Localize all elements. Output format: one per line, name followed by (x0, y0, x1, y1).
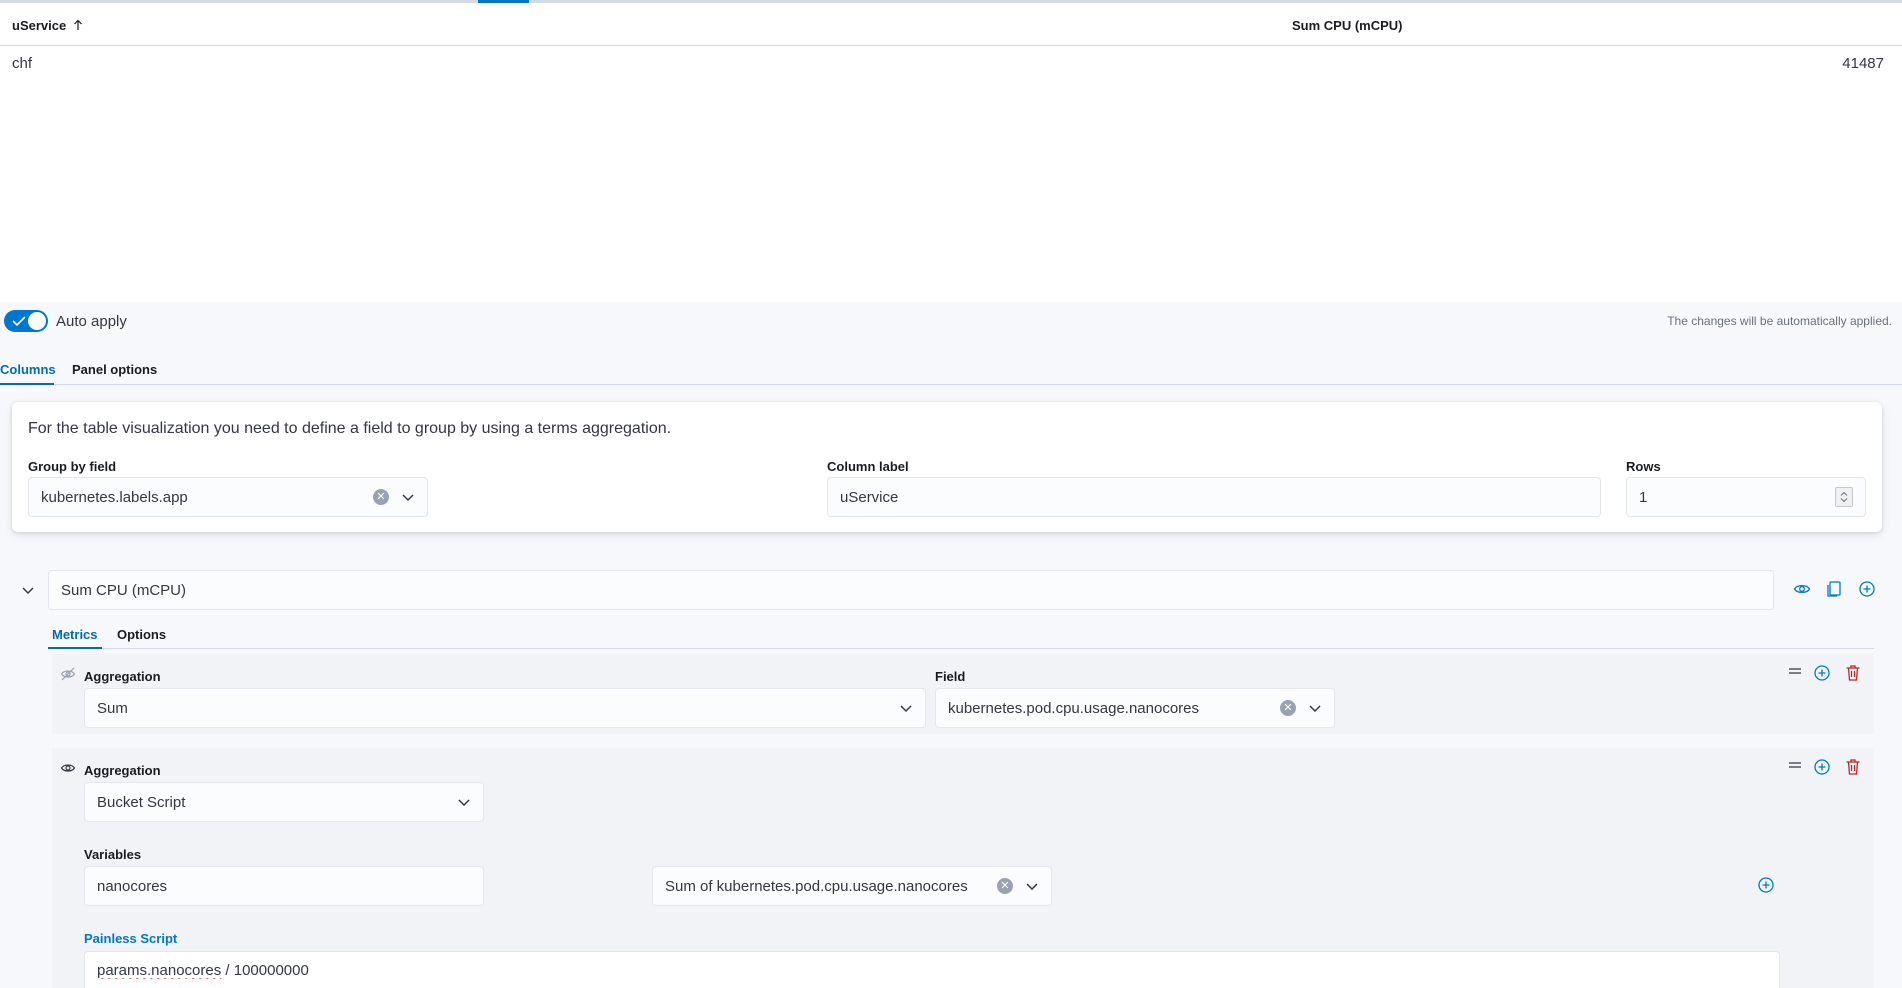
metric-active-tab-indicator (48, 647, 102, 649)
variable-metric-select[interactable]: Sum of kubernetes.pod.cpu.usage.nanocore… (652, 866, 1052, 906)
clear-icon[interactable]: ✕ (373, 489, 389, 505)
eye-icon[interactable] (1793, 580, 1811, 598)
rows-stepper[interactable] (1835, 487, 1853, 507)
painless-script-value: params.nanocores / 100000000 (97, 962, 1767, 979)
eye-icon[interactable] (60, 760, 76, 776)
table-header-divider (0, 45, 1902, 46)
script-expression: / 100000000 (221, 961, 309, 979)
group-by-field-label: Group by field (28, 459, 117, 474)
aggregation-select[interactable]: Bucket Script (84, 782, 484, 822)
auto-apply-status: The changes will be automatically applie… (1667, 314, 1892, 328)
add-metric-icon[interactable] (1813, 758, 1831, 776)
aggregation-value: Bucket Script (97, 793, 186, 811)
top-border (0, 0, 1902, 3)
column-header-sum-cpu[interactable]: Sum CPU (mCPU) (1292, 18, 1403, 33)
column-header-uservice[interactable]: uService (12, 18, 84, 33)
tab-options[interactable]: Options (117, 627, 166, 642)
sort-ascending-icon (72, 19, 84, 31)
aggregation-label: Aggregation (84, 763, 161, 778)
column-label-label: Column label (827, 459, 909, 474)
column-header-label: Sum CPU (mCPU) (1292, 18, 1403, 33)
add-metric-icon[interactable] (1813, 664, 1831, 682)
rows-value: 1 (1639, 488, 1648, 506)
chevron-down-icon[interactable] (1308, 701, 1322, 715)
column-name-input[interactable]: Sum CPU (mCPU) (48, 570, 1774, 610)
aggregation-value: Sum (97, 699, 128, 717)
collapse-chevron-icon[interactable] (20, 582, 36, 598)
clear-icon[interactable]: ✕ (997, 878, 1013, 894)
variables-label: Variables (84, 847, 142, 862)
field-label: Field (935, 669, 966, 684)
tab-panel-options[interactable]: Panel options (72, 362, 157, 377)
field-select[interactable]: kubernetes.pod.cpu.usage.nanocores ✕ (935, 688, 1335, 728)
column-name-value: Sum CPU (mCPU) (61, 581, 187, 599)
column-label-input[interactable]: uService (827, 477, 1601, 517)
variable-metric-value: Sum of kubernetes.pod.cpu.usage.nanocore… (665, 877, 968, 895)
tab-columns[interactable]: Columns (0, 362, 56, 377)
metric-tabs-divider (48, 648, 1874, 649)
copy-icon[interactable] (1826, 580, 1844, 598)
rows-number-input[interactable]: 1 (1626, 477, 1866, 517)
group-by-field-value: kubernetes.labels.app (41, 488, 188, 506)
table-cell-sum-cpu: 41487 (1842, 55, 1884, 72)
eye-closed-icon[interactable] (60, 666, 76, 682)
rows-label: Rows (1626, 459, 1661, 474)
table-cell-uservice: chf (12, 55, 33, 72)
chevron-down-icon[interactable] (401, 490, 415, 504)
delete-metric-icon[interactable] (1845, 664, 1861, 682)
variable-name-value: nanocores (97, 877, 168, 895)
painless-script-label: Painless Script (84, 931, 178, 946)
auto-apply-label: Auto apply (56, 313, 127, 330)
column-label-value: uService (840, 488, 899, 506)
chevron-down-icon[interactable] (457, 795, 471, 809)
auto-apply-toggle[interactable] (4, 310, 48, 332)
painless-script-editor[interactable]: params.nanocores / 100000000 (84, 951, 1780, 988)
aggregation-select[interactable]: Sum (84, 688, 926, 728)
drag-handle-icon[interactable] (1788, 758, 1802, 772)
chevron-down-icon[interactable] (899, 701, 913, 715)
add-column-icon[interactable] (1858, 580, 1876, 598)
active-tab-indicator (0, 383, 54, 385)
clear-icon[interactable]: ✕ (1280, 700, 1296, 716)
delete-metric-icon[interactable] (1845, 758, 1861, 776)
check-icon (12, 316, 26, 327)
chevron-down-icon[interactable] (1025, 879, 1039, 893)
add-variable-icon[interactable] (1757, 876, 1775, 894)
top-tab-indicator (478, 0, 529, 3)
script-variable: params.nanocores (97, 961, 222, 979)
group-by-description: For the table visualization you need to … (28, 420, 672, 437)
aggregation-label: Aggregation (84, 669, 161, 684)
drag-handle-icon[interactable] (1788, 664, 1802, 678)
group-by-field-select[interactable]: kubernetes.labels.app ✕ (28, 477, 428, 517)
tabs-divider (0, 384, 1902, 385)
variable-name-input[interactable]: nanocores (84, 866, 484, 906)
field-value: kubernetes.pod.cpu.usage.nanocores (948, 699, 1200, 717)
column-header-label: uService (12, 18, 67, 33)
tab-metrics[interactable]: Metrics (52, 627, 98, 642)
toggle-knob (28, 312, 46, 330)
